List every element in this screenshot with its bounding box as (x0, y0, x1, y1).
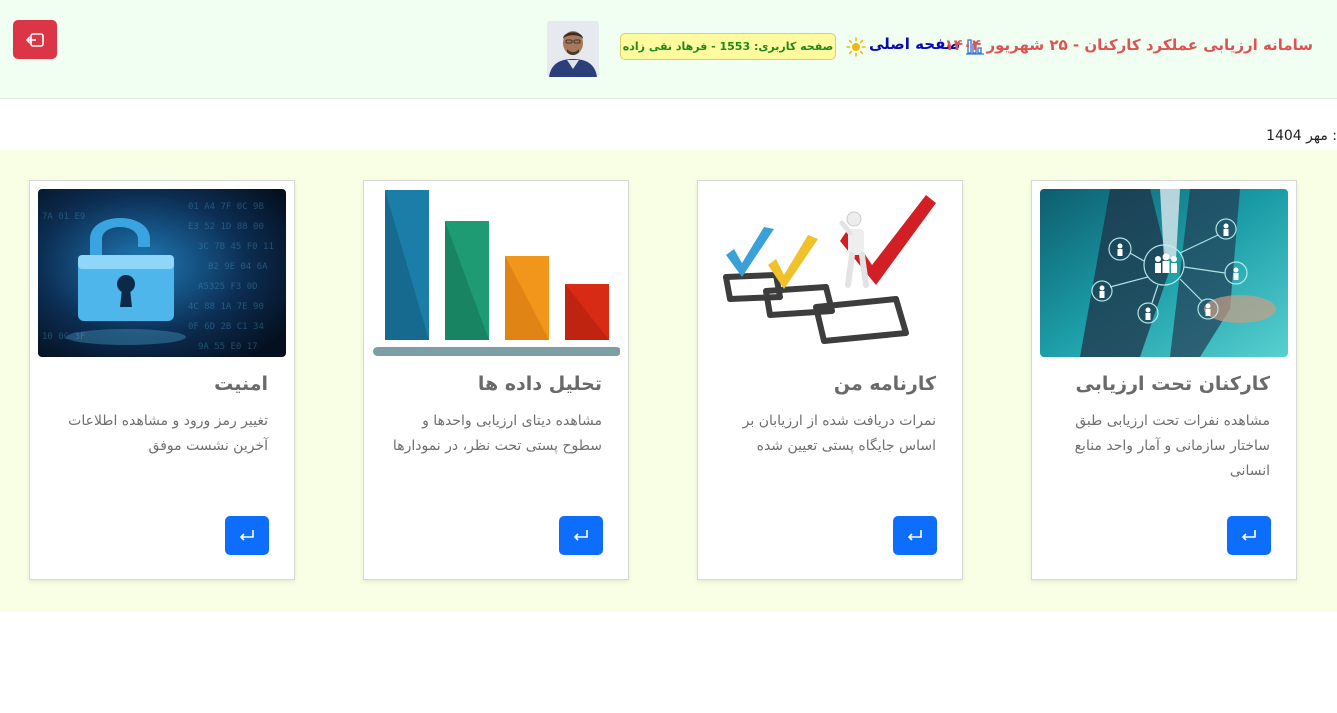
people-network-image (1040, 189, 1288, 357)
logout-button[interactable] (13, 20, 57, 59)
date-line: : مهر 1404 (1266, 128, 1337, 144)
open-card-button[interactable] (1227, 516, 1271, 555)
card-title: کارنامه من (833, 373, 936, 395)
card-data-analysis: تحلیل داده ها مشاهده دیتای ارزیابی واحده… (363, 180, 629, 580)
svg-text:01 A4 7F 0C 9B: 01 A4 7F 0C 9B (188, 202, 264, 212)
card-title: تحلیل داده ها (477, 373, 602, 395)
card-description: مشاهده نفرات تحت ارزیابی طبق ساختار سازم… (1074, 413, 1270, 479)
avatar (547, 21, 599, 77)
card-employees-under-review: کارکنان تحت ارزیابی مشاهده نفرات تحت ارز… (1031, 180, 1297, 580)
svg-text:4C 88 1A 7E 90: 4C 88 1A 7E 90 (188, 302, 264, 312)
padlock-image: 01 A4 7F 0C 9B E3 52 1D 88 00 3C 7B 45 F… (38, 189, 286, 357)
card-title: امنیت (214, 373, 268, 395)
card-security: 01 A4 7F 0C 9B E3 52 1D 88 00 3C 7B 45 F… (29, 180, 295, 580)
top-header: صفحه کاربری: 1553 - فرهاد نقی زاده صفحه … (0, 0, 1337, 99)
open-card-button[interactable] (893, 516, 937, 555)
svg-text:A5325 F3 0D: A5325 F3 0D (198, 282, 258, 292)
enter-arrow-icon (573, 529, 588, 541)
svg-text:7A 01 E9: 7A 01 E9 (42, 212, 85, 222)
svg-text:B2 9E 04 6A: B2 9E 04 6A (208, 262, 268, 272)
checkmarks-image (706, 189, 954, 357)
enter-arrow-icon (907, 529, 922, 541)
card-description: تغییر رمز ورود و مشاهده اطلاعات آخرین نش… (68, 413, 268, 454)
card-my-report: کارنامه من نمرات دریافت شده از ارزیابان … (697, 180, 963, 580)
user-badge: صفحه کاربری: 1553 - فرهاد نقی زاده (620, 33, 836, 60)
enter-arrow-icon (239, 529, 254, 541)
card-description: مشاهده دیتای ارزیابی واحدها و سطوح پستی … (392, 413, 602, 454)
svg-text:9A 55 E0 17: 9A 55 E0 17 (198, 342, 258, 352)
card-description: نمرات دریافت شده از ارزیابان بر اساس جای… (742, 413, 936, 454)
card-title: کارکنان تحت ارزیابی (1075, 373, 1270, 395)
sun-icon (846, 37, 866, 57)
app-title: سامانه ارزیابی عملکرد کارکنان - ۲۵ شهریو… (944, 36, 1313, 54)
svg-text:3C 7B 45 F0 11: 3C 7B 45 F0 11 (198, 242, 274, 252)
open-card-button[interactable] (225, 516, 269, 555)
enter-arrow-icon (1241, 529, 1256, 541)
open-card-button[interactable] (559, 516, 603, 555)
svg-text:0F 6D 2B C1 34: 0F 6D 2B C1 34 (188, 322, 264, 332)
svg-text:E3 52 1D 88 00: E3 52 1D 88 00 (188, 222, 264, 232)
logout-icon (25, 32, 44, 47)
bar-chart-image (372, 189, 620, 357)
